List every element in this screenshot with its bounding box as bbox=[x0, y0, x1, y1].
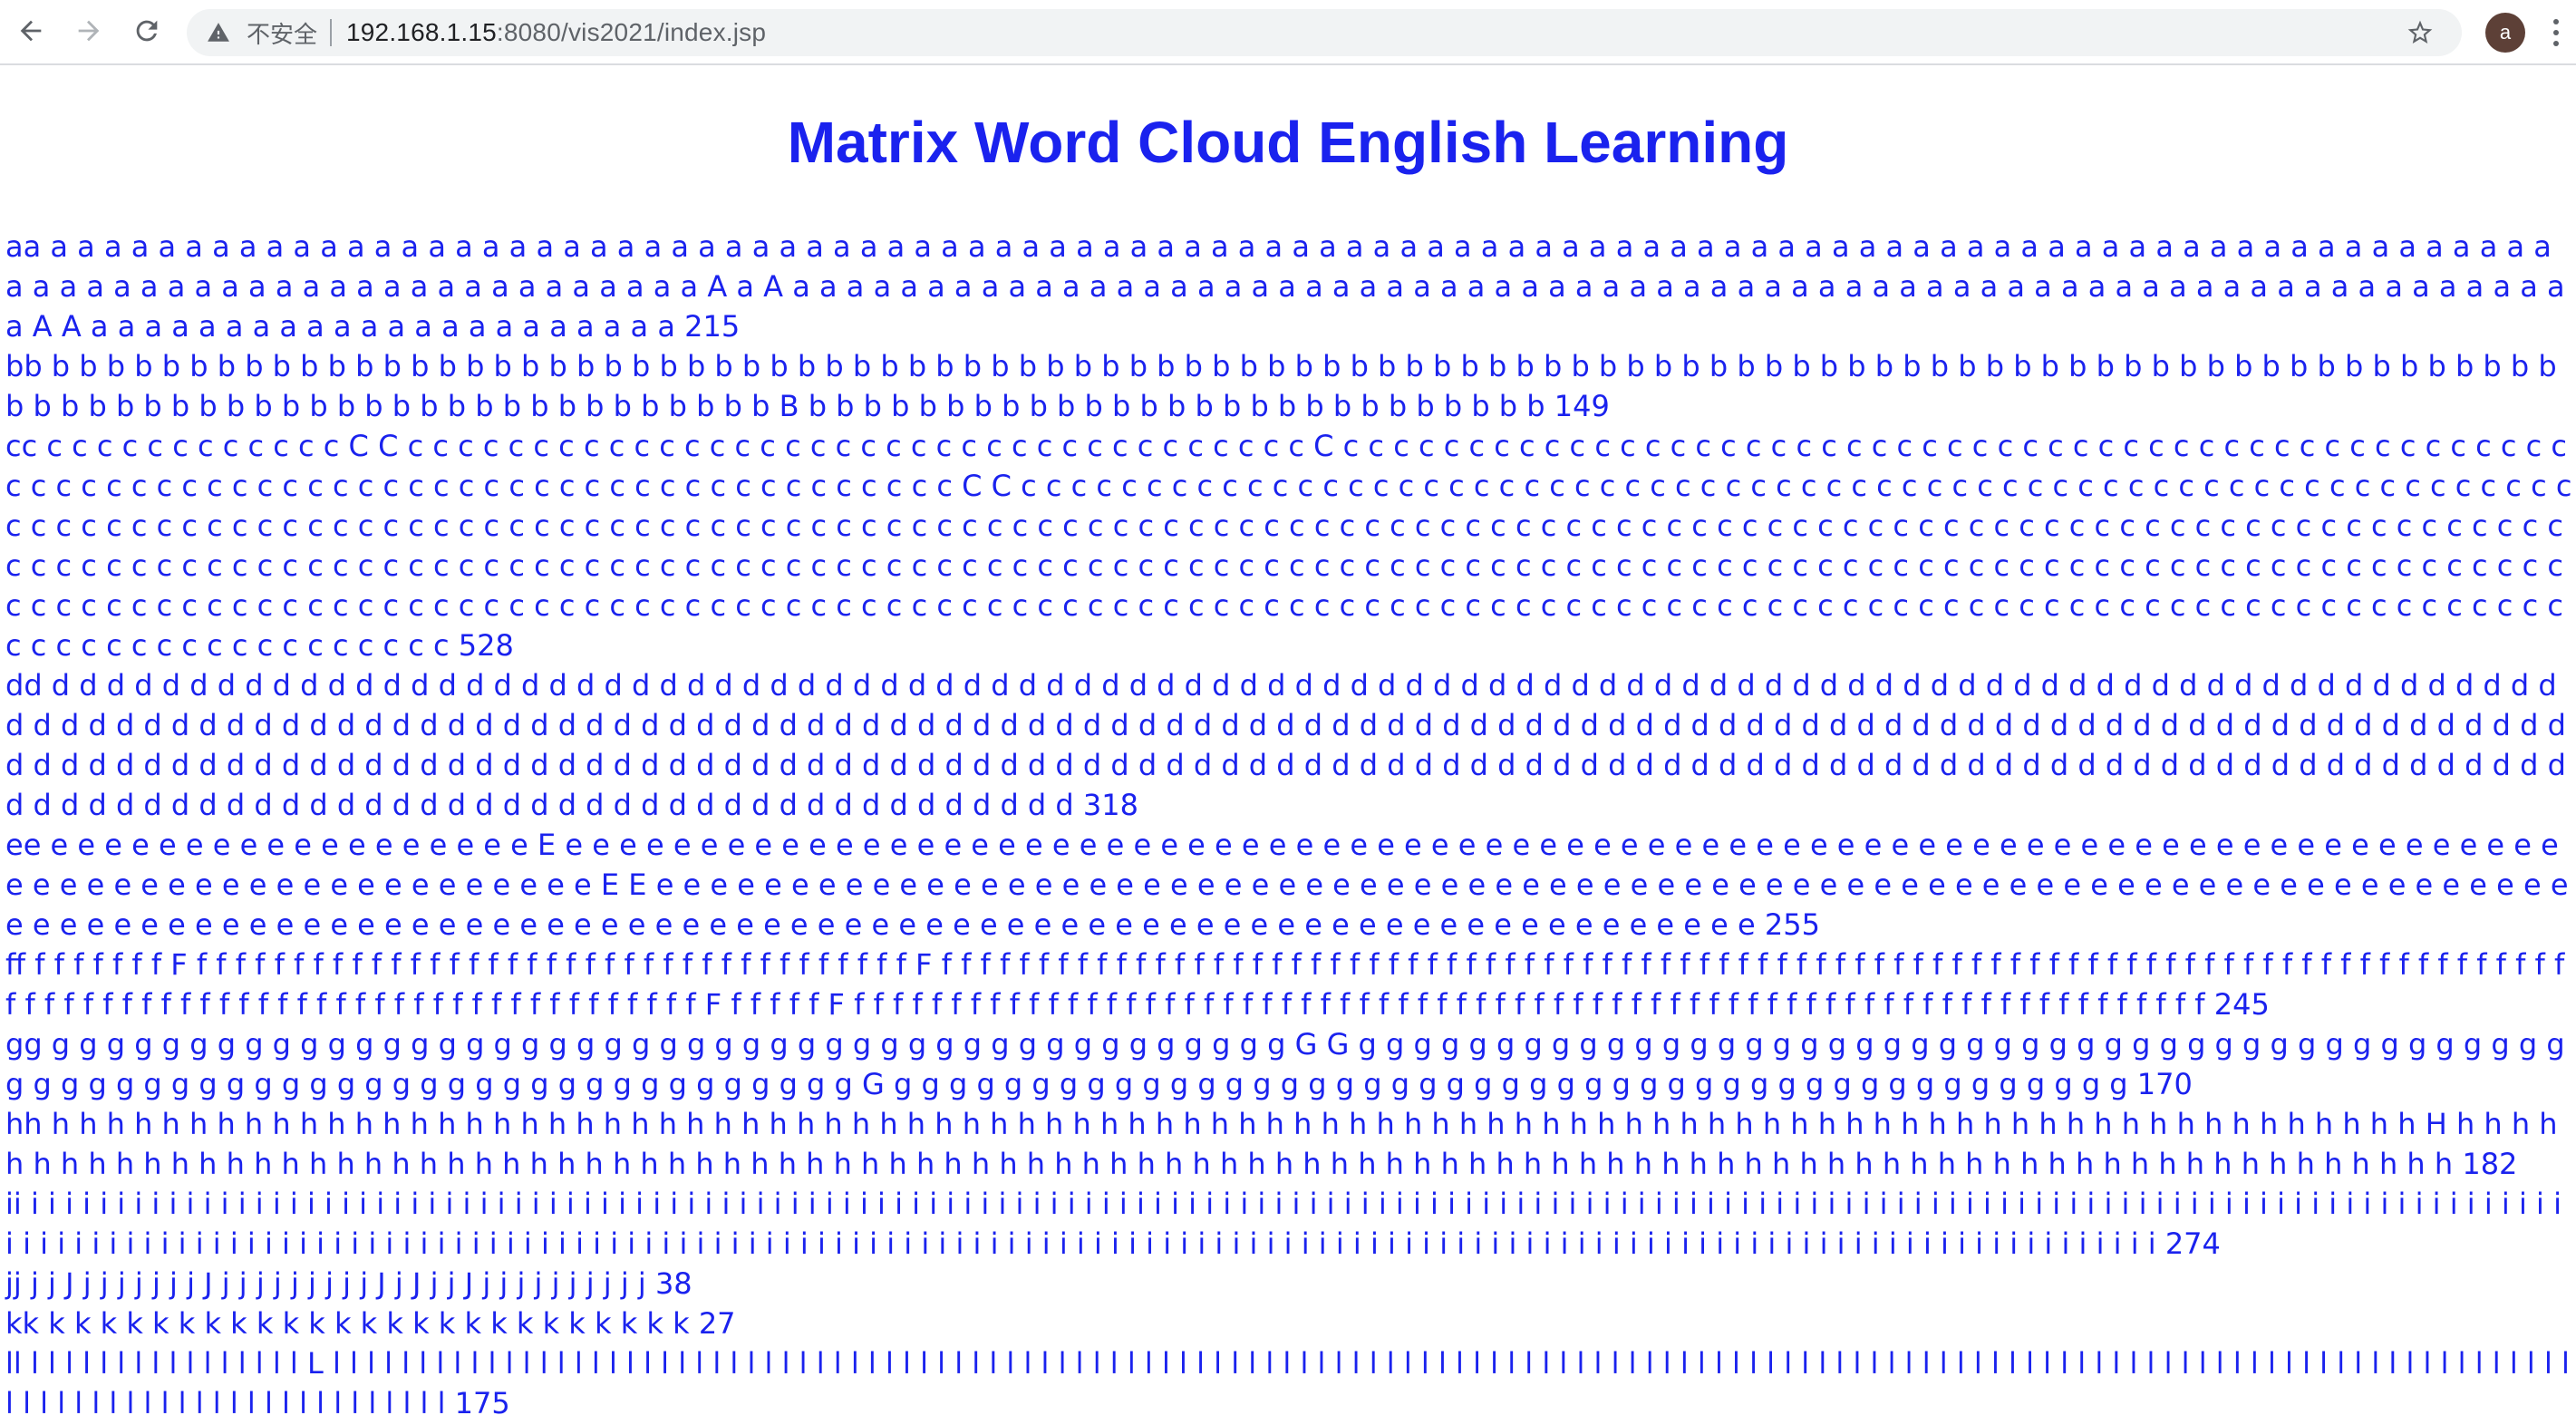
letter-count: 182 bbox=[2462, 1147, 2518, 1181]
letter-sequence: bb b b b b b b b b b b b b b b b b b b b… bbox=[5, 349, 2557, 423]
letter-group-e: ee e e e e e e e e e e e e e e e e e e E… bbox=[5, 825, 2576, 945]
word-cloud: aa a a a a a a a a a a a a a a a a a a a… bbox=[5, 227, 2576, 1423]
warning-triangle-icon bbox=[207, 19, 234, 46]
letter-sequence: aa a a a a a a a a a a a a a a a a a a a… bbox=[5, 229, 2565, 344]
menu-dot-icon bbox=[2553, 19, 2559, 24]
letter-count: 245 bbox=[2213, 987, 2270, 1022]
page-content: Matrix Word Cloud English Learning aa a … bbox=[0, 65, 2576, 1425]
letter-sequence: kk k k k k k k k k k k k k k k k k k k k… bbox=[5, 1306, 699, 1341]
letter-count: 318 bbox=[1082, 788, 1138, 822]
letter-group-i: ii i i i i i i i i i i i i i i i i i i i… bbox=[5, 1184, 2576, 1264]
forward-arrow-icon bbox=[78, 20, 100, 42]
omnibox-divider bbox=[330, 19, 333, 46]
not-secure-label[interactable]: 不安全 bbox=[247, 16, 317, 50]
letter-count: 274 bbox=[2164, 1226, 2221, 1261]
letter-group-c: cc c c c c c c c c c c c c C C c c c c c… bbox=[5, 426, 2576, 665]
url-host: 192.168.1.15 bbox=[346, 18, 497, 46]
menu-dot-icon bbox=[2553, 41, 2559, 46]
address-bar[interactable]: 不安全 192.168.1.15:8080/vis2021/index.jsp bbox=[187, 9, 2462, 56]
letter-sequence: dd d d d d d d d d d d d d d d d d d d d… bbox=[5, 668, 2566, 822]
letter-group-j: jj j j J j j j j j j j J j j j j j j j j… bbox=[5, 1264, 2576, 1304]
letter-count: 27 bbox=[698, 1306, 736, 1341]
letter-group-h: hh h h h h h h h h h h h h h h h h h h h… bbox=[5, 1104, 2576, 1184]
profile-avatar[interactable]: a bbox=[2485, 13, 2525, 53]
letter-count: 215 bbox=[684, 309, 741, 344]
letter-group-l: ll l l l l l l l l l l l l l l l l L l l… bbox=[5, 1343, 2576, 1423]
forward-button[interactable] bbox=[69, 11, 109, 51]
letter-group-d: dd d d d d d d d d d d d d d d d d d d d… bbox=[5, 665, 2576, 825]
letter-count: 149 bbox=[1554, 389, 1610, 423]
back-button[interactable] bbox=[11, 11, 51, 51]
menu-dot-icon bbox=[2553, 30, 2559, 35]
reload-button[interactable] bbox=[127, 11, 167, 51]
star-icon bbox=[2407, 20, 2433, 44]
letter-sequence: ll l l l l l l l l l l l l l l l l L l l… bbox=[5, 1346, 2570, 1420]
letter-count: 175 bbox=[454, 1386, 510, 1420]
letter-sequence: hh h h h h h h h h h h h h h h h h h h h… bbox=[5, 1107, 2558, 1181]
letter-sequence: ee e e e e e e e e e e e e e e e e e e E… bbox=[5, 828, 2569, 942]
letter-group-f: ff f f f f f f f F f f f f f f f f f f f… bbox=[5, 945, 2576, 1024]
kebab-menu-button[interactable] bbox=[2543, 13, 2569, 53]
reload-icon bbox=[136, 20, 158, 42]
letter-sequence: cc c c c c c c c c c c c c C C c c c c c… bbox=[5, 429, 2572, 663]
url-path: :8080/vis2021/index.jsp bbox=[496, 18, 767, 46]
letter-count: 170 bbox=[2136, 1067, 2193, 1101]
letter-sequence: jj j j J j j j j j j j J j j j j j j j j… bbox=[5, 1266, 655, 1301]
letter-group-a: aa a a a a a a a a a a a a a a a a a a a… bbox=[5, 227, 2576, 346]
bookmark-star-button[interactable] bbox=[2404, 16, 2436, 49]
letter-group-k: kk k k k k k k k k k k k k k k k k k k k… bbox=[5, 1304, 2576, 1343]
url-text[interactable]: 192.168.1.15:8080/vis2021/index.jsp bbox=[346, 18, 766, 47]
letter-group-b: bb b b b b b b b b b b b b b b b b b b b… bbox=[5, 346, 2576, 426]
letter-group-g: gg g g g g g g g g g g g g g g g g g g g… bbox=[5, 1024, 2576, 1104]
letter-sequence: ff f f f f f f f F f f f f f f f f f f f… bbox=[5, 947, 2565, 1022]
letter-count: 528 bbox=[458, 628, 514, 663]
browser-toolbar: 不安全 192.168.1.15:8080/vis2021/index.jsp … bbox=[0, 0, 2576, 65]
page-title: Matrix Word Cloud English Learning bbox=[787, 110, 1789, 175]
letter-count: 38 bbox=[654, 1266, 692, 1301]
back-arrow-icon bbox=[20, 20, 42, 42]
letter-count: 255 bbox=[1764, 907, 1820, 942]
